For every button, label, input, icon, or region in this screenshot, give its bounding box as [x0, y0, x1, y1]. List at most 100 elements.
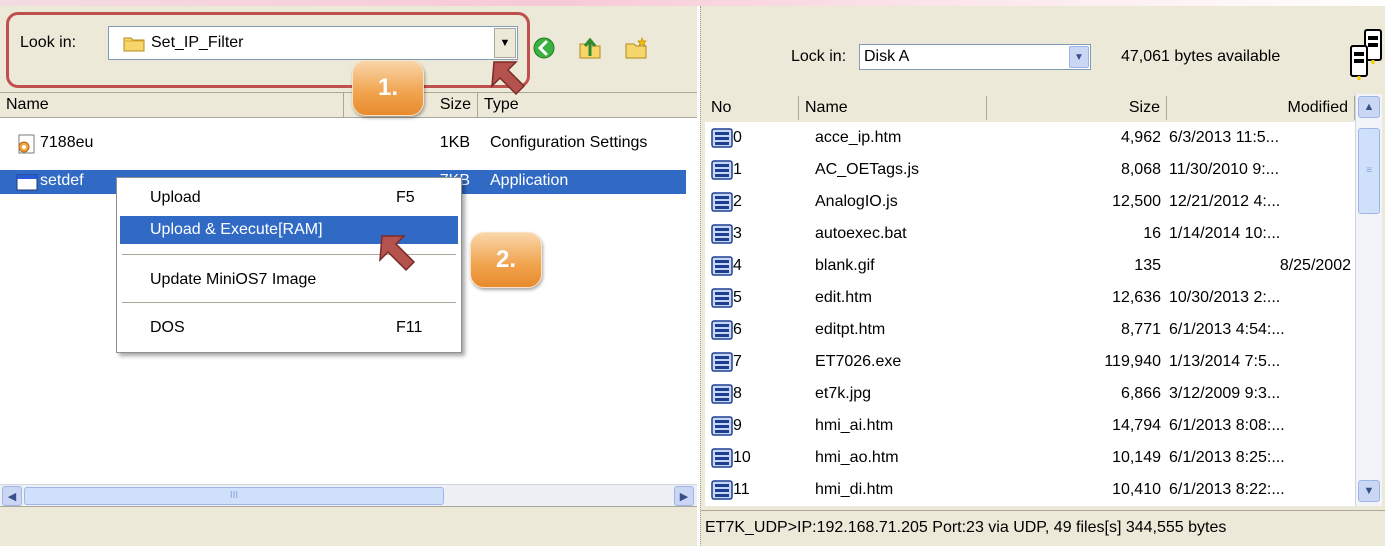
menu-item-upload[interactable]: Upload F5	[120, 184, 458, 212]
row-modified: 10/30/2013 2:...	[1169, 289, 1281, 306]
row-no: 4	[733, 257, 742, 274]
table-row[interactable]: 1 AC_OETags.js 8,068 11/30/2010 9:...	[705, 154, 1355, 186]
table-row[interactable]: 5 edit.htm 12,636 10/30/2013 2:...	[705, 282, 1355, 314]
row-size: 16	[1143, 225, 1161, 242]
menu-item-label: Upload & Execute[RAM]	[150, 221, 323, 238]
col-name-header[interactable]: Name	[799, 96, 987, 120]
file-disk-icon	[711, 448, 733, 468]
row-no: 11	[733, 481, 750, 498]
menu-item-label: Update MiniOS7 Image	[150, 271, 317, 288]
table-row[interactable]: 2 AnalogIO.js 12,500 12/21/2012 4:...	[705, 186, 1355, 218]
file-disk-icon	[711, 192, 733, 212]
row-no: 6	[733, 321, 742, 338]
file-disk-icon	[711, 256, 733, 276]
chevron-down-icon: ▼	[1363, 485, 1375, 497]
vertical-scrollbar[interactable]: ▲ ≡ ▼	[1355, 94, 1382, 506]
row-modified: 6/1/2013 4:54:...	[1169, 321, 1285, 338]
row-name: hmi_ai.htm	[815, 417, 894, 434]
file-name: setdef	[40, 172, 84, 189]
file-disk-icon	[711, 320, 733, 340]
scroll-up-button[interactable]: ▲	[1358, 96, 1380, 118]
step1-badge: 1.	[352, 60, 424, 116]
row-size: 10,410	[1112, 481, 1161, 498]
row-name: acce_ip.htm	[815, 129, 902, 146]
back-icon[interactable]	[532, 36, 556, 60]
row-no: 10	[733, 449, 751, 466]
chevron-down-icon: ▼	[499, 37, 511, 49]
row-size: 8,771	[1120, 321, 1161, 338]
up-folder-icon[interactable]	[578, 36, 602, 60]
table-row[interactable]: 4 blank.gif 135 8/25/2002	[705, 250, 1355, 282]
lookin-dropdown[interactable]: Set_IP_Filter ▼	[108, 26, 518, 60]
remote-status-bar: ET7K_UDP>IP:192.168.71.205 Port:23 via U…	[701, 510, 1385, 546]
table-row[interactable]: 8 et7k.jpg 6,866 3/12/2009 9:3...	[705, 378, 1355, 410]
table-row[interactable]: 7 ET7026.exe 119,940 1/13/2014 7:5...	[705, 346, 1355, 378]
row-size: 8,068	[1120, 161, 1161, 178]
chevron-left-icon: ◀	[7, 490, 17, 503]
new-folder-icon[interactable]	[624, 36, 648, 60]
row-size: 14,794	[1112, 417, 1161, 434]
file-disk-icon	[711, 224, 733, 244]
table-row[interactable]: 11 hmi_di.htm 10,410 6/1/2013 8:22:...	[705, 474, 1355, 506]
row-size: 135	[1134, 257, 1161, 274]
menu-item-shortcut: F5	[396, 189, 415, 206]
menu-item-label: Upload	[150, 189, 201, 206]
row-name: edit.htm	[815, 289, 872, 306]
disk-dropdown[interactable]: Disk A ▼	[859, 44, 1091, 70]
disk-dropdown-button[interactable]: ▼	[1069, 46, 1089, 68]
lookin-dropdown-button[interactable]: ▼	[494, 28, 516, 58]
remote-list-header: No Name Size Modified	[705, 94, 1385, 122]
menu-item-dos[interactable]: DOS F11	[120, 314, 458, 342]
folder-icon	[123, 37, 145, 52]
scroll-down-button[interactable]: ▼	[1358, 480, 1380, 502]
local-list-header: Name Size Type	[0, 92, 697, 118]
scroll-thumb[interactable]: III	[24, 487, 444, 505]
step2-arrow-icon	[379, 235, 416, 272]
row-modified: 12/21/2012 4:...	[1169, 193, 1281, 210]
row-no: 0	[733, 129, 742, 146]
col-size-header[interactable]: Size	[987, 96, 1167, 120]
row-no: 5	[733, 289, 742, 306]
table-row[interactable]: 3 autoexec.bat 16 1/14/2014 10:...	[705, 218, 1355, 250]
file-type: Application	[490, 172, 569, 189]
row-modified: 6/3/2013 11:5...	[1169, 129, 1280, 146]
step2-badge: 2.	[470, 232, 542, 288]
row-name: autoexec.bat	[815, 225, 907, 242]
row-modified: 6/1/2013 8:25:...	[1169, 449, 1285, 466]
file-name: 7188eu	[40, 134, 94, 151]
row-name: AnalogIO.js	[815, 193, 898, 210]
file-disk-icon	[711, 384, 733, 404]
row-no: 3	[733, 225, 742, 242]
menu-item-shortcut: F11	[396, 319, 423, 336]
menu-separator	[122, 302, 456, 303]
row-modified: 6/1/2013 8:08:...	[1169, 417, 1285, 434]
table-row[interactable]: 10 hmi_ao.htm 10,149 6/1/2013 8:25:...	[705, 442, 1355, 474]
list-item[interactable]: 7188eu 1KB Configuration Settings	[0, 132, 697, 156]
col-no-header[interactable]: No	[705, 96, 799, 120]
row-size: 12,500	[1112, 193, 1161, 210]
row-size: 6,866	[1120, 385, 1161, 402]
col-modified-header[interactable]: Modified	[1167, 96, 1355, 120]
available-bytes: 47,061 bytes available	[1121, 48, 1281, 65]
chevron-up-icon: ▲	[1363, 101, 1375, 113]
col-name-header[interactable]: Name	[0, 93, 344, 118]
disk-lockin-label: Lock in:	[791, 48, 847, 65]
file-disk-icon	[711, 480, 733, 500]
file-disk-icon	[711, 128, 733, 148]
row-name: hmi_ao.htm	[815, 449, 899, 466]
scroll-left-button[interactable]: ◀	[2, 486, 22, 506]
row-modified: 3/12/2009 9:3...	[1169, 385, 1281, 402]
horizontal-scrollbar[interactable]: ◀ III ▶	[0, 484, 697, 506]
row-no: 1	[733, 161, 742, 178]
table-row[interactable]: 9 hmi_ai.htm 14,794 6/1/2013 8:08:...	[705, 410, 1355, 442]
file-disk-icon	[711, 288, 733, 308]
scroll-thumb[interactable]: ≡	[1358, 128, 1380, 214]
table-row[interactable]: 0 acce_ip.htm 4,962 6/3/2013 11:5...	[705, 122, 1355, 154]
chevron-right-icon: ▶	[679, 490, 689, 503]
file-disk-icon	[711, 416, 733, 436]
scroll-right-button[interactable]: ▶	[674, 486, 694, 506]
row-modified: 1/13/2014 7:5...	[1169, 353, 1281, 370]
table-row[interactable]: 6 editpt.htm 8,771 6/1/2013 4:54:...	[705, 314, 1355, 346]
disk-drives-icon[interactable]	[1349, 28, 1383, 82]
row-name: ET7026.exe	[815, 353, 902, 370]
